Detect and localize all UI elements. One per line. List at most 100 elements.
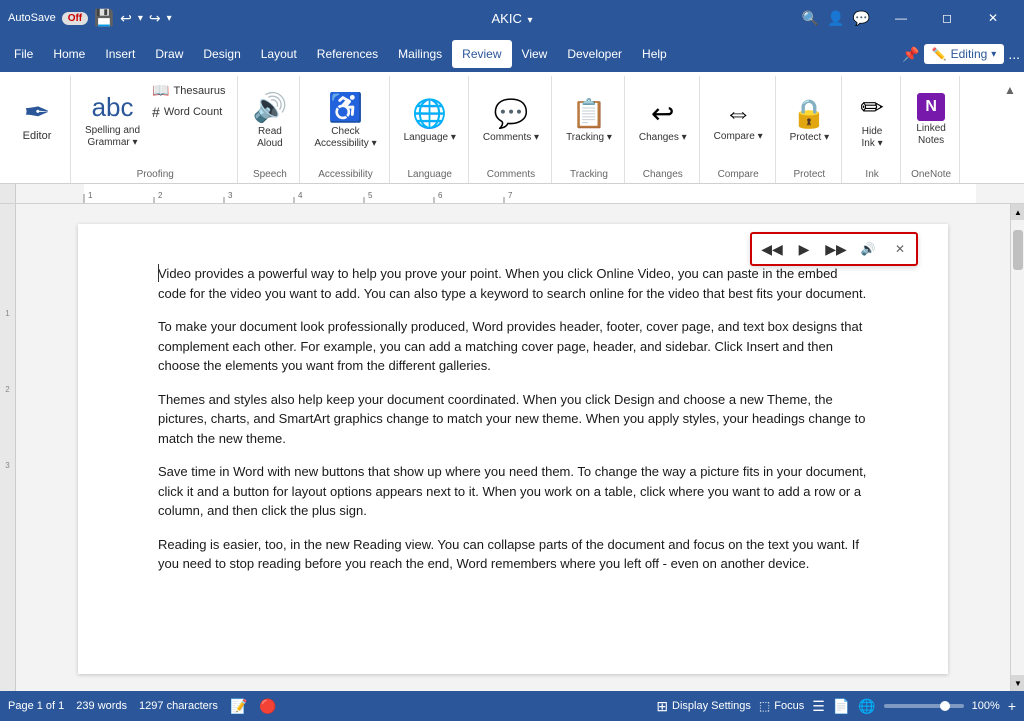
autosave-toggle[interactable]: Off [62,12,88,25]
menu-layout[interactable]: Layout [251,40,307,68]
read-aloud-next-button[interactable]: ▶▶ [822,237,850,261]
linked-notes-button[interactable]: N LinkedNotes [911,80,951,160]
redo-icon[interactable]: ↪ [149,10,161,27]
focus-item[interactable]: ⬚ Focus [759,699,804,713]
read-aloud-play-button[interactable]: ▶ [790,237,818,261]
thesaurus-button[interactable]: 📖 Thesaurus [148,80,229,101]
language-label: Language ▾ [404,132,456,144]
v-ruler-mark-3: 3 [5,396,9,472]
more-menu-icon[interactable]: ... [1008,46,1020,62]
undo-dropdown-icon[interactable]: ▾ [138,13,143,24]
compare-button[interactable]: ⇔ Compare ▾ [710,80,767,160]
menu-help[interactable]: Help [632,40,677,68]
proofing-content: abc Spelling andGrammar ▾ 📖 Thesaurus # … [81,76,229,169]
focus-label: Focus [774,700,804,712]
comments-button[interactable]: 💬 Comments ▾ [479,80,543,160]
changes-button[interactable]: ↩ Changes ▾ [635,80,691,160]
check-accessibility-button[interactable]: ♿ CheckAccessibility ▾ [310,80,380,160]
tracking-label: Tracking ▾ [566,132,612,144]
words-text: 239 words [76,700,127,712]
minimize-button[interactable]: — [878,0,924,36]
menu-draw[interactable]: Draw [145,40,193,68]
thesaurus-label: Thesaurus [173,85,225,97]
menu-design[interactable]: Design [193,40,250,68]
tracking-button[interactable]: 📋 Tracking ▾ [562,80,616,160]
menu-file[interactable]: File [4,40,43,68]
save-icon[interactable]: 💾 [94,8,114,28]
language-button[interactable]: 🌐 Language ▾ [400,80,460,160]
scrollbar-up-button[interactable]: ▲ [1011,204,1024,220]
web-view-item[interactable]: 🌐 [858,698,875,715]
svg-text:3: 3 [228,191,233,200]
layout-view-item[interactable]: ☰ [812,698,825,715]
editor-button[interactable]: ✒ Editor [12,80,62,160]
menu-developer[interactable]: Developer [557,40,632,68]
undo-icon[interactable]: ↩ [120,10,132,27]
spelling-grammar-button[interactable]: abc Spelling andGrammar ▾ [81,80,144,160]
track-changes-icon: 📝 [230,698,247,715]
read-view-item[interactable]: 📄 [833,698,850,715]
page-info-item[interactable]: Page 1 of 1 [8,700,64,712]
web-view-icon: 🌐 [858,698,875,715]
zoom-thumb[interactable] [940,701,950,711]
ribbon-collapse-area: ▲ [1000,76,1020,183]
restore-button[interactable]: ◻ [924,0,970,36]
read-aloud-close-button[interactable]: ✕ [890,239,910,259]
status-bar: Page 1 of 1 239 words 1297 characters 📝 … [0,691,1024,721]
menu-insert[interactable]: Insert [95,40,145,68]
track-changes-icon-item[interactable]: 📝 [230,698,247,715]
words-item[interactable]: 239 words [76,700,127,712]
display-settings-label: Display Settings [672,700,751,712]
word-count-button[interactable]: # Word Count [148,102,229,122]
app-title-text: AKIC [492,11,522,26]
more-commands-icon[interactable]: ▾ [167,13,172,24]
scrollbar-track[interactable] [1011,220,1024,675]
ribbon-group-editor: ✒ Editor [4,76,71,183]
comment-icon[interactable]: 💬 [853,10,870,27]
app-title: AKIC ▾ [344,11,680,26]
paragraph-2: To make your document look professionall… [158,317,868,376]
v-ruler-marks: 1 2 3 [0,244,15,472]
read-aloud-voice-button[interactable]: 🔊 [854,237,882,261]
text-cursor [158,264,159,282]
ribbon: ✒ Editor abc Spelling andGrammar ▾ 📖 The… [0,72,1024,184]
editing-button[interactable]: ✏️ Editing ▾ [924,44,1005,64]
menu-review[interactable]: Review [452,40,511,68]
doc-scroll-area[interactable]: ◀◀ ▶ ▶▶ 🔊 ✕ Video provides a powerful wa… [16,204,1010,691]
zoom-in-icon[interactable]: + [1008,698,1016,714]
ribbon-collapse-button[interactable]: ▲ [1000,80,1020,100]
close-button[interactable]: ✕ [970,0,1016,36]
paragraph-5: Reading is easier, too, in the new Readi… [158,535,868,574]
menu-right: 📌 ✏️ Editing ▾ ... [902,44,1020,64]
protect-group-label: Protect [786,169,833,183]
scrollbar-down-button[interactable]: ▼ [1011,675,1024,691]
pencil-icon: ✏️ [932,47,947,61]
ribbon-group-comments: 💬 Comments ▾ Comments [471,76,552,183]
menu-view[interactable]: View [512,40,558,68]
share-icon[interactable]: 👤 [827,10,844,27]
compare-content: ⇔ Compare ▾ [710,76,767,169]
vertical-scrollbar[interactable]: ▲ ▼ [1010,204,1024,691]
menu-mailings[interactable]: Mailings [388,40,452,68]
compare-group-label: Compare [710,169,767,183]
ink-content: ✏ HideInk ▾ [852,76,892,169]
ribbon-collapse-icon[interactable]: 📌 [902,46,919,63]
read-aloud-button[interactable]: 🔊 ReadAloud [248,80,291,160]
chars-item[interactable]: 1297 characters [139,700,218,712]
app-title-dropdown[interactable]: ▾ [527,15,532,26]
ruler-container: 1 2 3 4 5 6 7 [0,184,1024,204]
record-macro-item[interactable]: 🔴 [259,698,276,715]
protect-content: 🔒 Protect ▾ [786,76,833,169]
protect-button[interactable]: 🔒 Protect ▾ [786,80,833,160]
ink-group-label: Ink [852,169,892,183]
hide-ink-button[interactable]: ✏ HideInk ▾ [852,80,892,160]
zoom-slider[interactable] [884,704,964,708]
menu-home[interactable]: Home [43,40,95,68]
menu-references[interactable]: References [307,40,388,68]
accessibility-group-label: Accessibility [310,169,380,183]
scrollbar-thumb[interactable] [1013,230,1023,270]
search-icon[interactable]: 🔍 [802,10,819,27]
read-aloud-prev-button[interactable]: ◀◀ [758,237,786,261]
display-settings-item[interactable]: ⊞ Display Settings [656,698,751,715]
ribbon-group-tracking: 📋 Tracking ▾ Tracking [554,76,625,183]
